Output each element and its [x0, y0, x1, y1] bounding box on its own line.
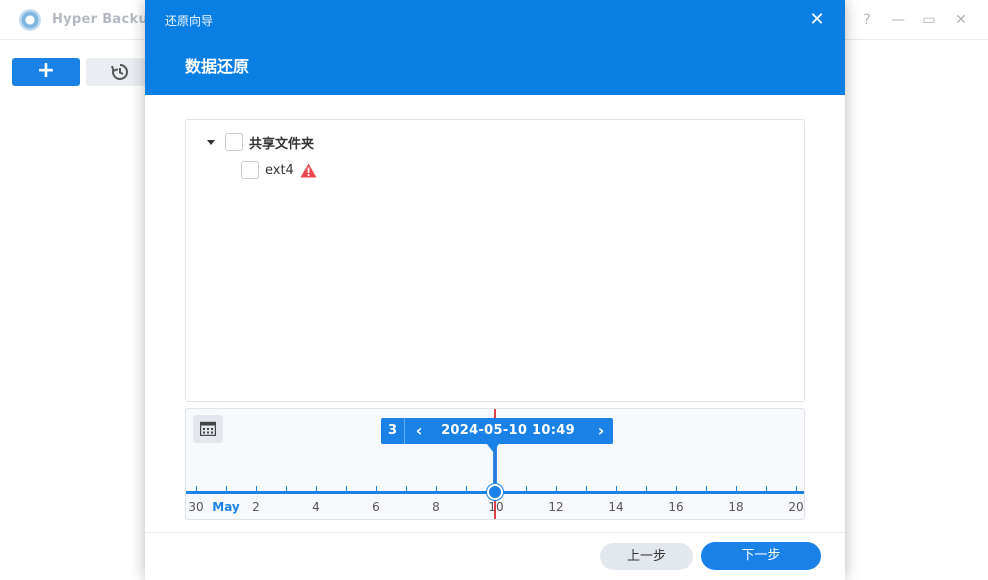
- timeline-tick-label: 20: [788, 500, 804, 514]
- timeline-tick: [286, 486, 287, 491]
- timeline-tick: [556, 486, 557, 491]
- timeline-tick-label: 16: [668, 500, 684, 514]
- timeline-month-label: May: [212, 500, 240, 514]
- timeline-tick-label: 8: [432, 500, 440, 514]
- dialog-title: 还原向导: [165, 14, 214, 28]
- calendar-icon: [200, 421, 216, 436]
- timeline-tick-label: 14: [608, 500, 624, 514]
- timeline-tick-label: 10: [488, 500, 504, 514]
- dialog-header: 还原向导 ✕ 数据还原: [145, 0, 845, 95]
- hyper-backup-logo-icon: [19, 9, 41, 31]
- tree-item-label: ext4: [265, 162, 294, 178]
- version-timeline[interactable]: 3 ‹ 2024-05-10 10:49 › 30 May 2 4 6 8 10 12 14 16…: [185, 408, 805, 520]
- timeline-tick: [646, 486, 647, 491]
- close-icon[interactable]: ✕: [807, 10, 827, 30]
- next-step-button[interactable]: 下一步: [701, 542, 821, 570]
- folder-tree: 共享文件夹 ext4: [185, 119, 805, 402]
- selected-datetime: 2024-05-10 10:49: [441, 423, 575, 438]
- timeline-tick-label: 18: [728, 500, 744, 514]
- add-backup-button[interactable]: +: [12, 58, 80, 86]
- tree-item-label: 共享文件夹: [249, 136, 315, 152]
- chevron-left-icon[interactable]: ‹: [407, 418, 431, 444]
- timeline-tick: [736, 486, 737, 491]
- timeline-tick: [406, 486, 407, 491]
- timeline-tick-label: 6: [372, 500, 380, 514]
- ext4-checkbox[interactable]: [241, 161, 259, 179]
- timeline-slider-handle[interactable]: [487, 484, 503, 500]
- timeline-tick: [526, 486, 527, 491]
- version-count-badge: 3: [381, 418, 405, 444]
- timeline-tick-label: 30: [188, 500, 204, 514]
- timeline-tick: [706, 486, 707, 491]
- restore-wizard-dialog: 还原向导 ✕ 数据还原 共享文件夹 ext4 3 ‹ 2024-05-10 10…: [145, 0, 845, 580]
- version-navigator: 3 ‹ 2024-05-10 10:49 ›: [381, 418, 613, 452]
- window-close-icon[interactable]: ✕: [952, 11, 970, 29]
- timeline-tick: [316, 486, 317, 491]
- timeline-tick: [466, 486, 467, 491]
- timeline-tick: [376, 486, 377, 491]
- calendar-button[interactable]: [193, 415, 223, 443]
- timeline-tick-label: 12: [548, 500, 564, 514]
- timeline-tick: [616, 486, 617, 491]
- timeline-tick-label: 2: [252, 500, 260, 514]
- maximize-icon[interactable]: ▭: [920, 11, 938, 29]
- page-title: 数据还原: [185, 57, 250, 76]
- timeline-tick: [796, 486, 797, 491]
- history-icon: [111, 64, 128, 80]
- timeline-tick: [676, 486, 677, 491]
- timeline-tick: [256, 486, 257, 491]
- warning-icon: [300, 163, 317, 177]
- timeline-tick: [586, 486, 587, 491]
- navigator-pointer: [487, 444, 499, 452]
- tree-item-ext4[interactable]: ext4: [241, 160, 317, 180]
- app-title: Hyper Backup: [52, 12, 158, 27]
- timeline-tick: [226, 486, 227, 491]
- previous-step-button[interactable]: 上一步: [600, 543, 693, 570]
- timeline-tick: [346, 486, 347, 491]
- help-icon[interactable]: ?: [858, 11, 876, 29]
- caret-down-icon[interactable]: [207, 139, 215, 145]
- minimize-icon[interactable]: —: [889, 11, 907, 29]
- shared-folder-checkbox[interactable]: [225, 133, 243, 151]
- footer-divider: [145, 532, 845, 533]
- tree-item-shared-folder[interactable]: 共享文件夹: [207, 132, 314, 152]
- timeline-tick: [436, 486, 437, 491]
- timeline-tick: [766, 486, 767, 491]
- chevron-right-icon[interactable]: ›: [589, 418, 613, 444]
- timeline-tick-label: 4: [312, 500, 320, 514]
- timeline-tick: [196, 486, 197, 491]
- restore-history-button[interactable]: [86, 58, 154, 86]
